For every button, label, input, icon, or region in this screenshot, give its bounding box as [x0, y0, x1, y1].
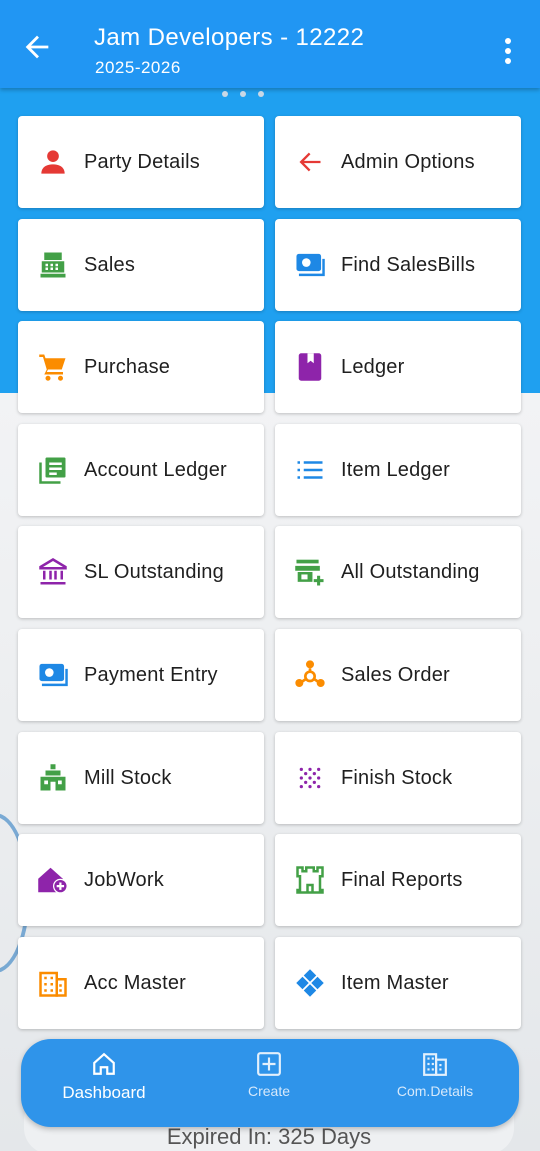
- menu-label: Acc Master: [84, 971, 187, 994]
- menu-label: SL Outstanding: [84, 560, 224, 583]
- menu-sales-order[interactable]: Sales Order: [275, 629, 521, 721]
- nav-label: Dashboard: [62, 1083, 146, 1102]
- menu-admin-options[interactable]: Admin Options: [275, 116, 521, 208]
- nav-dashboard[interactable]: Dashboard: [29, 1049, 179, 1103]
- menu-label: Mill Stock: [84, 766, 172, 789]
- menu-label: Sales: [84, 253, 136, 276]
- factory-icon: [40, 764, 66, 791]
- menu-label: Purchase: [84, 355, 171, 378]
- cash-register-icon: [40, 252, 66, 278]
- menu-label: Admin Options: [341, 150, 475, 173]
- financial-year: 2025-2026: [95, 58, 181, 77]
- home-icon: [93, 1052, 115, 1075]
- payment-icon: [39, 663, 68, 687]
- menu-label: JobWork: [84, 868, 164, 891]
- money-bill-icon: [296, 253, 325, 277]
- document-list-icon: [39, 457, 66, 484]
- menu-party-details[interactable]: Party Details: [18, 116, 264, 208]
- arrow-left-icon: [299, 152, 321, 172]
- menu-label: Finish Stock: [341, 766, 453, 789]
- business-icon: [423, 1053, 447, 1076]
- menu-label: Party Details: [84, 150, 200, 173]
- nav-com-details[interactable]: Com.Details: [360, 1049, 510, 1099]
- castle-icon: [296, 866, 324, 894]
- menu-label: Account Ledger: [84, 458, 227, 481]
- menu-find-salesbills[interactable]: Find SalesBills: [275, 219, 521, 311]
- menu-finish-stock[interactable]: Finish Stock: [275, 732, 521, 824]
- menu-mill-stock[interactable]: Mill Stock: [18, 732, 264, 824]
- arrow-back-icon: [25, 35, 49, 59]
- menu-label: Sales Order: [341, 663, 450, 686]
- menu-label: All Outstanding: [341, 560, 480, 583]
- person-icon: [41, 150, 65, 174]
- menu-purchase[interactable]: Purchase: [18, 321, 264, 413]
- expiry-text: Expired In: 325 Days: [166, 1124, 372, 1149]
- menu-label: Final Reports: [341, 868, 463, 891]
- menu-label: Ledger: [341, 355, 405, 378]
- cart-icon: [39, 354, 66, 381]
- diamond-grid-icon: [296, 969, 324, 997]
- menu-sl-outstanding[interactable]: SL Outstanding: [18, 526, 264, 618]
- menu-sales[interactable]: Sales: [18, 219, 264, 311]
- menu-label: Find SalesBills: [341, 253, 476, 276]
- menu-jobwork[interactable]: JobWork: [18, 834, 264, 926]
- nav-label: Com.Details: [396, 1083, 474, 1099]
- back-button[interactable]: [20, 30, 54, 64]
- menu-acc-master[interactable]: Acc Master: [18, 937, 264, 1029]
- book-icon: [298, 353, 322, 381]
- menu-label: Item Master: [341, 971, 449, 994]
- bottom-navigation: Dashboard Create Com.Details: [21, 1039, 519, 1127]
- dots-grid-icon: [299, 767, 321, 789]
- menu-all-outstanding[interactable]: All Outstanding: [275, 526, 521, 618]
- more-vert-icon: [505, 38, 511, 64]
- page-title: Jam Developers - 12222: [94, 24, 365, 51]
- nav-create[interactable]: Create: [194, 1049, 344, 1099]
- menu-account-ledger[interactable]: Account Ledger: [18, 424, 264, 516]
- hub-icon: [295, 660, 325, 687]
- app-bar: Jam Developers - 12222 2025-2026: [0, 0, 540, 88]
- nav-label: Create: [247, 1083, 291, 1099]
- add-box-icon: [257, 1052, 281, 1076]
- menu-final-reports[interactable]: Final Reports: [275, 834, 521, 926]
- building-icon: [39, 971, 67, 997]
- menu-label: Payment Entry: [84, 663, 218, 686]
- list-icon: [297, 461, 323, 479]
- menu-label: Item Ledger: [341, 458, 450, 481]
- menu-ledger[interactable]: Ledger: [275, 321, 521, 413]
- more-options-button[interactable]: [496, 36, 520, 66]
- menu-item-master[interactable]: Item Master: [275, 937, 521, 1029]
- store-add-icon: [295, 559, 324, 586]
- menu-payment-entry[interactable]: Payment Entry: [18, 629, 264, 721]
- menu-item-ledger[interactable]: Item Ledger: [275, 424, 521, 516]
- home-add-icon: [38, 867, 68, 894]
- bank-icon: [39, 558, 67, 585]
- carousel-indicator: [222, 84, 276, 102]
